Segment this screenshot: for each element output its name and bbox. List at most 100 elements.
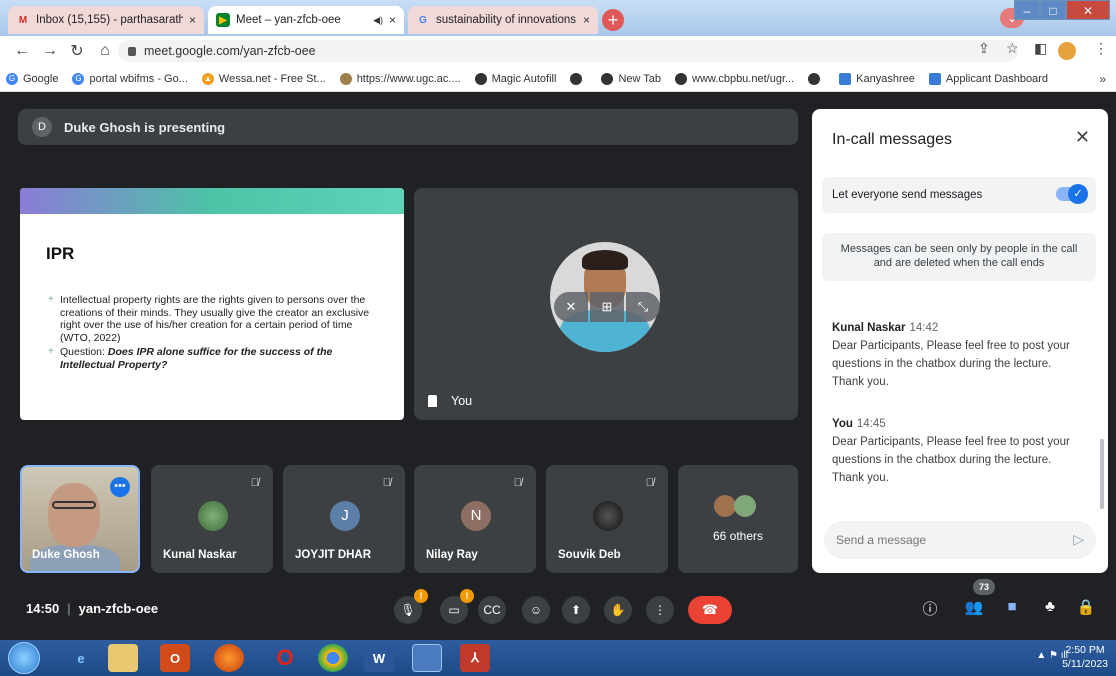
bookmark-portal[interactable]: Gportal wbifms - Go...: [72, 72, 188, 85]
back-arrow-icon[interactable]: ←: [14, 42, 30, 60]
video-person-hair: [582, 250, 628, 270]
participant-tile-joyjit-dhar[interactable]: 🎙̸ J JOYJIT DHAR: [283, 465, 405, 573]
close-tab-icon[interactable]: ×: [389, 13, 396, 27]
hang-up-icon: ☎: [701, 602, 719, 617]
participant-tile-kunal-naskar[interactable]: 🎙̸ Kunal Naskar: [151, 465, 273, 573]
clock-date: 5/11/2023: [1062, 658, 1108, 670]
google-icon: G: [6, 72, 18, 85]
maximize-icon[interactable]: □: [1040, 0, 1066, 20]
minimize-tile-icon[interactable]: ⤡: [626, 292, 660, 322]
file-explorer-icon[interactable]: [108, 644, 138, 672]
unpin-icon[interactable]: ✕: [554, 292, 588, 322]
captions-button[interactable]: CC: [478, 596, 506, 624]
participant-name: JOYJIT DHAR: [295, 549, 372, 561]
audio-playing-icon[interactable]: ◀): [373, 15, 383, 26]
home-icon[interactable]: ⌂: [98, 42, 112, 60]
office-icon[interactable]: O: [160, 644, 190, 672]
share-icon[interactable]: ⇪: [978, 40, 990, 57]
message-time: 14:42: [909, 322, 939, 334]
tab-gmail[interactable]: M Inbox (15,155) - parthasarathiaic ×: [8, 6, 204, 34]
host-controls-lock-icon[interactable]: 🔒: [1074, 598, 1098, 616]
messages-info: Messages can be seen only by people in t…: [822, 233, 1096, 281]
minimize-icon[interactable]: –: [1014, 0, 1040, 20]
send-icon[interactable]: ▷: [1073, 531, 1084, 548]
participant-tile-duke-ghosh[interactable]: ••• Duke Ghosh: [20, 465, 140, 573]
bookmark-google[interactable]: G Google: [6, 72, 58, 85]
leave-call-button[interactable]: ☎: [688, 596, 732, 624]
acrobat-icon[interactable]: ⅄: [460, 644, 490, 672]
chat-icon[interactable]: ■: [1000, 598, 1024, 615]
messages-scrollbar[interactable]: [1100, 439, 1104, 509]
reload-icon[interactable]: ↻: [70, 41, 84, 61]
others-count-label: 66 others: [712, 529, 764, 543]
chrome-icon[interactable]: [318, 644, 348, 672]
chrome-active-icon[interactable]: [412, 644, 442, 672]
close-icon[interactable]: ✕: [1075, 127, 1090, 148]
tab-title: Inbox (15,155) - parthasarathiaic: [36, 14, 183, 26]
info-icon[interactable]: ⓘ: [918, 598, 942, 619]
bookmark-cbpbu[interactable]: www.cbpbu.net/ugr...: [675, 72, 795, 85]
chat-message: Kunal Naskar 14:42 Dear Participants, Ple…: [832, 319, 1082, 391]
message-input[interactable]: [836, 533, 1056, 547]
internet-explorer-icon[interactable]: e: [66, 644, 96, 672]
camera-button[interactable]: ▭!: [440, 589, 474, 624]
present-button[interactable]: ⬆: [562, 596, 590, 624]
more-options-icon[interactable]: •••: [110, 477, 130, 497]
participant-tile-nilay-ray[interactable]: 🎙̸ N Nilay Ray: [414, 465, 536, 573]
send-messages-toggle[interactable]: ✓: [1056, 184, 1088, 204]
close-tab-icon[interactable]: ×: [583, 13, 590, 27]
check-icon: ✓: [1068, 184, 1088, 204]
bookmark-wessa[interactable]: ▲ Wessa.net - Free St...: [201, 72, 326, 85]
start-button[interactable]: [8, 642, 40, 674]
bookmark-globe[interactable]: [570, 72, 587, 85]
kebab-menu-icon[interactable]: ⋮: [1094, 40, 1108, 57]
new-tab-button[interactable]: +: [602, 9, 624, 31]
side-panel-icon[interactable]: ◧: [1034, 40, 1047, 57]
word-icon[interactable]: W: [364, 644, 394, 672]
activities-icon[interactable]: ♣: [1038, 598, 1062, 615]
participant-tile-souvik-deb[interactable]: 🎙̸ Souvik Deb: [546, 465, 668, 573]
send-message-box: ▷: [824, 521, 1096, 559]
bookmark-globe-2[interactable]: [808, 72, 825, 85]
tab-meet[interactable]: ▶ Meet – yan-zfcb-oee ◀) ×: [208, 6, 404, 34]
globe-icon: [601, 72, 614, 85]
system-clock[interactable]: 2:50 PM 5/11/2023: [1062, 643, 1108, 671]
slide-bullet-text: Intellectual property rights are the rig…: [60, 294, 370, 344]
bookmark-kanyashree[interactable]: Kanyashree: [839, 72, 915, 85]
bookmark-ugc[interactable]: https://www.ugc.ac....: [339, 72, 461, 85]
slide-bullet: Intellectual property rights are the rig…: [48, 294, 386, 344]
reactions-button[interactable]: ☺: [522, 596, 550, 624]
message-text: Dear Participants, Please feel free to p…: [832, 340, 1070, 388]
bookmark-label: Applicant Dashboard: [945, 72, 1049, 85]
bookmark-new-tab[interactable]: New Tab: [601, 72, 661, 85]
bookmark-label: www.cbpbu.net/ugr...: [692, 72, 795, 85]
microphone-button[interactable]: 🎙!: [394, 589, 428, 624]
kanyashree-icon: [839, 72, 852, 85]
tab-google-search[interactable]: G sustainability of innovations in sc ×: [408, 6, 598, 34]
presentation-slide[interactable]: IPR Intellectual property rights are the…: [20, 188, 404, 420]
tab-title: Meet – yan-zfcb-oee: [236, 14, 341, 26]
close-window-icon[interactable]: ✕: [1066, 0, 1110, 20]
profile-avatar-icon[interactable]: [1058, 42, 1076, 60]
frame-icon[interactable]: ⊞: [590, 292, 624, 322]
firefox-icon[interactable]: [214, 644, 244, 672]
bookmark-applicant-dashboard[interactable]: Applicant Dashboard: [928, 72, 1049, 85]
message-time: 14:45: [856, 418, 886, 430]
people-icon[interactable]: 👥: [962, 598, 986, 616]
more-options-button[interactable]: ⋮: [646, 596, 674, 624]
message-sender: You: [832, 418, 853, 430]
close-tab-icon[interactable]: ×: [189, 13, 196, 27]
bookmark-star-icon[interactable]: ☆: [1006, 40, 1019, 57]
participant-name: Duke Ghosh: [32, 549, 100, 561]
participant-tile-others[interactable]: 66 others: [678, 465, 798, 573]
more-bookmarks-icon[interactable]: »: [1099, 72, 1106, 86]
globe-icon: [675, 72, 688, 85]
bookmark-magic-autofill[interactable]: Magic Autofill: [474, 72, 557, 85]
forward-arrow-icon[interactable]: →: [42, 42, 58, 60]
raise-hand-button[interactable]: ✋: [604, 596, 632, 624]
url-field[interactable]: meet.google.com/yan-zfcb-oee: [118, 40, 1018, 62]
opera-icon[interactable]: O: [270, 644, 300, 672]
bookmark-label: Magic Autofill: [491, 72, 557, 85]
video-person-glasses: [52, 501, 96, 509]
self-video-tile[interactable]: ✕ ⊞ ⤡ You: [414, 188, 798, 420]
